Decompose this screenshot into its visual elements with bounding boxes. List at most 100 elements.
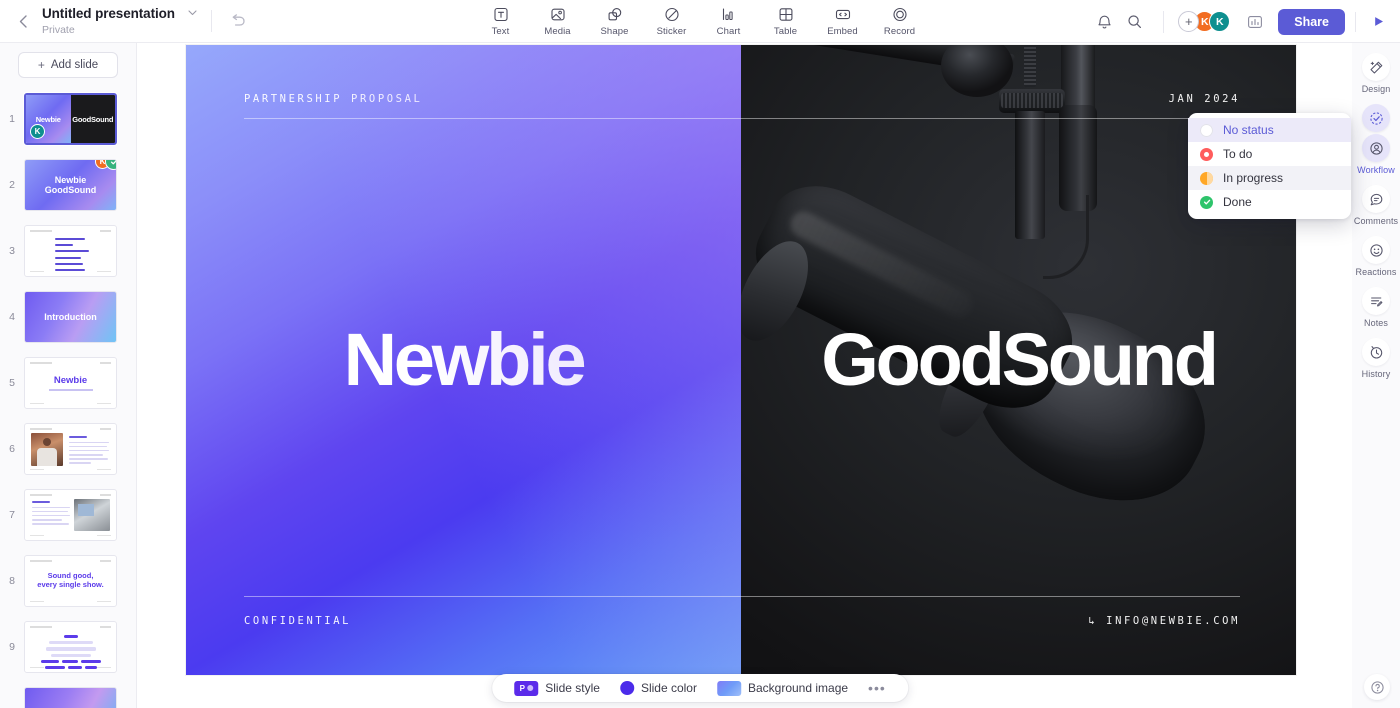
- thumb-toc: [55, 238, 101, 275]
- present-button[interactable]: [1366, 10, 1390, 34]
- list-item[interactable]: 5 Newbie: [0, 350, 136, 416]
- document-info: Untitled presentation Private: [0, 6, 250, 36]
- back-icon[interactable]: [12, 10, 34, 32]
- slide-thumbnail[interactable]: [24, 423, 117, 475]
- rail-label: Reactions: [1355, 267, 1397, 277]
- list-item[interactable]: 10 Team: [0, 680, 136, 708]
- tool-shape[interactable]: Shape: [593, 3, 637, 37]
- document-meta: Untitled presentation Private: [42, 6, 197, 36]
- background-image-label: Background image: [747, 681, 849, 695]
- help-icon[interactable]: [1364, 674, 1390, 700]
- share-button[interactable]: Share: [1278, 8, 1345, 35]
- slide-style-swatch-icon: P: [514, 680, 539, 696]
- list-item[interactable]: 6: [0, 416, 136, 482]
- list-item[interactable]: 2 Newbie GoodSound K: [0, 152, 136, 218]
- status-badge[interactable]: K: [95, 160, 116, 170]
- more-options-button[interactable]: •••: [858, 680, 896, 696]
- image-swatch-icon: [716, 680, 741, 696]
- comment-icon: [1362, 185, 1390, 213]
- add-slide-button[interactable]: + Add slide: [18, 52, 118, 78]
- tool-text[interactable]: Text: [479, 3, 523, 37]
- tool-table[interactable]: Table: [764, 3, 808, 37]
- list-item[interactable]: 9: [0, 614, 136, 680]
- rail-item-notes[interactable]: Notes: [1352, 287, 1400, 328]
- slide-footer-left[interactable]: CONFIDENTIAL: [244, 615, 351, 627]
- tool-chart[interactable]: Chart: [707, 3, 751, 37]
- in-progress-dot-icon: [1200, 171, 1213, 185]
- slide-thumbnail[interactable]: [24, 621, 117, 673]
- search-icon[interactable]: [1119, 7, 1149, 37]
- rail-item-reactions[interactable]: Reactions: [1352, 236, 1400, 277]
- tool-embed[interactable]: Embed: [821, 3, 865, 37]
- menu-item-in-progress[interactable]: In progress: [1188, 166, 1351, 190]
- magic-wand-icon: [1362, 53, 1390, 81]
- thumb-title-line1: Introduction: [44, 311, 97, 322]
- divider: [1355, 11, 1356, 32]
- tool-media[interactable]: Media: [536, 3, 580, 37]
- menu-item-label: Done: [1223, 195, 1252, 209]
- rail-label: Design: [1361, 84, 1391, 94]
- chevron-down-icon[interactable]: [188, 9, 197, 18]
- list-item[interactable]: 3: [0, 218, 136, 284]
- tool-sticker[interactable]: Sticker: [650, 3, 694, 37]
- slide-number: 4: [9, 311, 15, 323]
- analytics-icon[interactable]: [1242, 11, 1268, 33]
- right-rail: Design Workflow Comments Reactions Notes…: [1352, 43, 1400, 708]
- workflow-status-menu[interactable]: No status To do In progress Done: [1188, 113, 1351, 219]
- tool-record[interactable]: Record: [878, 3, 922, 37]
- list-item[interactable]: 8 Sound good, every single show.: [0, 548, 136, 614]
- slide-date[interactable]: JAN 2024: [1169, 93, 1240, 105]
- slide-style-button[interactable]: P Slide style: [504, 674, 610, 702]
- slide-word-left[interactable]: Newbie: [344, 323, 587, 397]
- slide-thumbnail[interactable]: Newbie GoodSound K: [24, 93, 117, 145]
- slide-format-toolbar: P Slide style Slide color Background ima…: [492, 674, 908, 702]
- menu-item-done[interactable]: Done: [1188, 190, 1351, 214]
- rail-item-comments[interactable]: Comments: [1352, 185, 1400, 226]
- slides-sidebar[interactable]: + Add slide 1 Newbie GoodSound K 2 Newbi…: [0, 43, 137, 708]
- slide-canvas[interactable]: PARTNERSHIP PROPOSAL Newbie CONFIDENTIAL: [137, 43, 1352, 708]
- tool-label: Record: [883, 26, 916, 37]
- chart-icon: [719, 5, 738, 24]
- thumb-photo: [31, 433, 63, 466]
- slide-thumbnail[interactable]: [24, 489, 117, 541]
- thumb-title-line2: every single show.: [37, 580, 104, 589]
- slide-thumbnail[interactable]: Sound good, every single show.: [24, 555, 117, 607]
- slide-color-button[interactable]: Slide color: [610, 674, 707, 702]
- current-slide[interactable]: PARTNERSHIP PROPOSAL Newbie CONFIDENTIAL: [186, 45, 1296, 675]
- undo-icon[interactable]: [226, 9, 250, 33]
- slide-number: 8: [9, 575, 15, 587]
- media-icon: [548, 5, 567, 24]
- page-title[interactable]: Untitled presentation: [42, 6, 175, 21]
- list-item[interactable]: 7: [0, 482, 136, 548]
- slide-thumbnail[interactable]: [24, 225, 117, 277]
- slide-number: 5: [9, 377, 15, 389]
- todo-dot-icon: [1200, 147, 1213, 161]
- rail-label: Workflow: [1357, 165, 1395, 175]
- avatar[interactable]: K: [1209, 11, 1231, 32]
- rail-item-design[interactable]: Design: [1352, 53, 1400, 94]
- embed-icon: [833, 5, 852, 24]
- slide-thumbnail[interactable]: Team: [24, 687, 117, 708]
- top-right-actions: + K K Share: [1089, 0, 1390, 43]
- slide-thumbnail[interactable]: Introduction: [24, 291, 117, 343]
- slide-thumbnail[interactable]: Newbie GoodSound K: [24, 159, 117, 211]
- rail-item-history[interactable]: History: [1352, 338, 1400, 379]
- rail-item-workflow[interactable]: Workflow: [1352, 104, 1400, 175]
- collaborator-avatars: K K: [1194, 11, 1231, 32]
- avatar: K: [30, 124, 45, 139]
- slide-footer-right[interactable]: ↳ INFO@NEWBIE.COM: [1088, 615, 1240, 627]
- slide-thumbnail[interactable]: Newbie: [24, 357, 117, 409]
- workflow-icon-stack: [1362, 104, 1390, 162]
- status-badge[interactable]: K: [30, 124, 45, 139]
- menu-item-to-do[interactable]: To do: [1188, 142, 1351, 166]
- background-image-button[interactable]: Background image: [707, 674, 858, 702]
- slide-kicker[interactable]: PARTNERSHIP PROPOSAL: [244, 93, 422, 105]
- list-item[interactable]: 1 Newbie GoodSound K: [0, 86, 136, 152]
- list-item[interactable]: 4 Introduction: [0, 284, 136, 350]
- menu-item-no-status[interactable]: No status: [1188, 118, 1351, 142]
- add-slide-label: Add slide: [50, 59, 99, 71]
- slide-word-right[interactable]: GoodSound: [821, 323, 1219, 397]
- presentation-editor: Untitled presentation Private Text Media…: [0, 0, 1400, 708]
- done-dot-icon: [1200, 195, 1213, 209]
- bell-icon[interactable]: [1089, 7, 1119, 37]
